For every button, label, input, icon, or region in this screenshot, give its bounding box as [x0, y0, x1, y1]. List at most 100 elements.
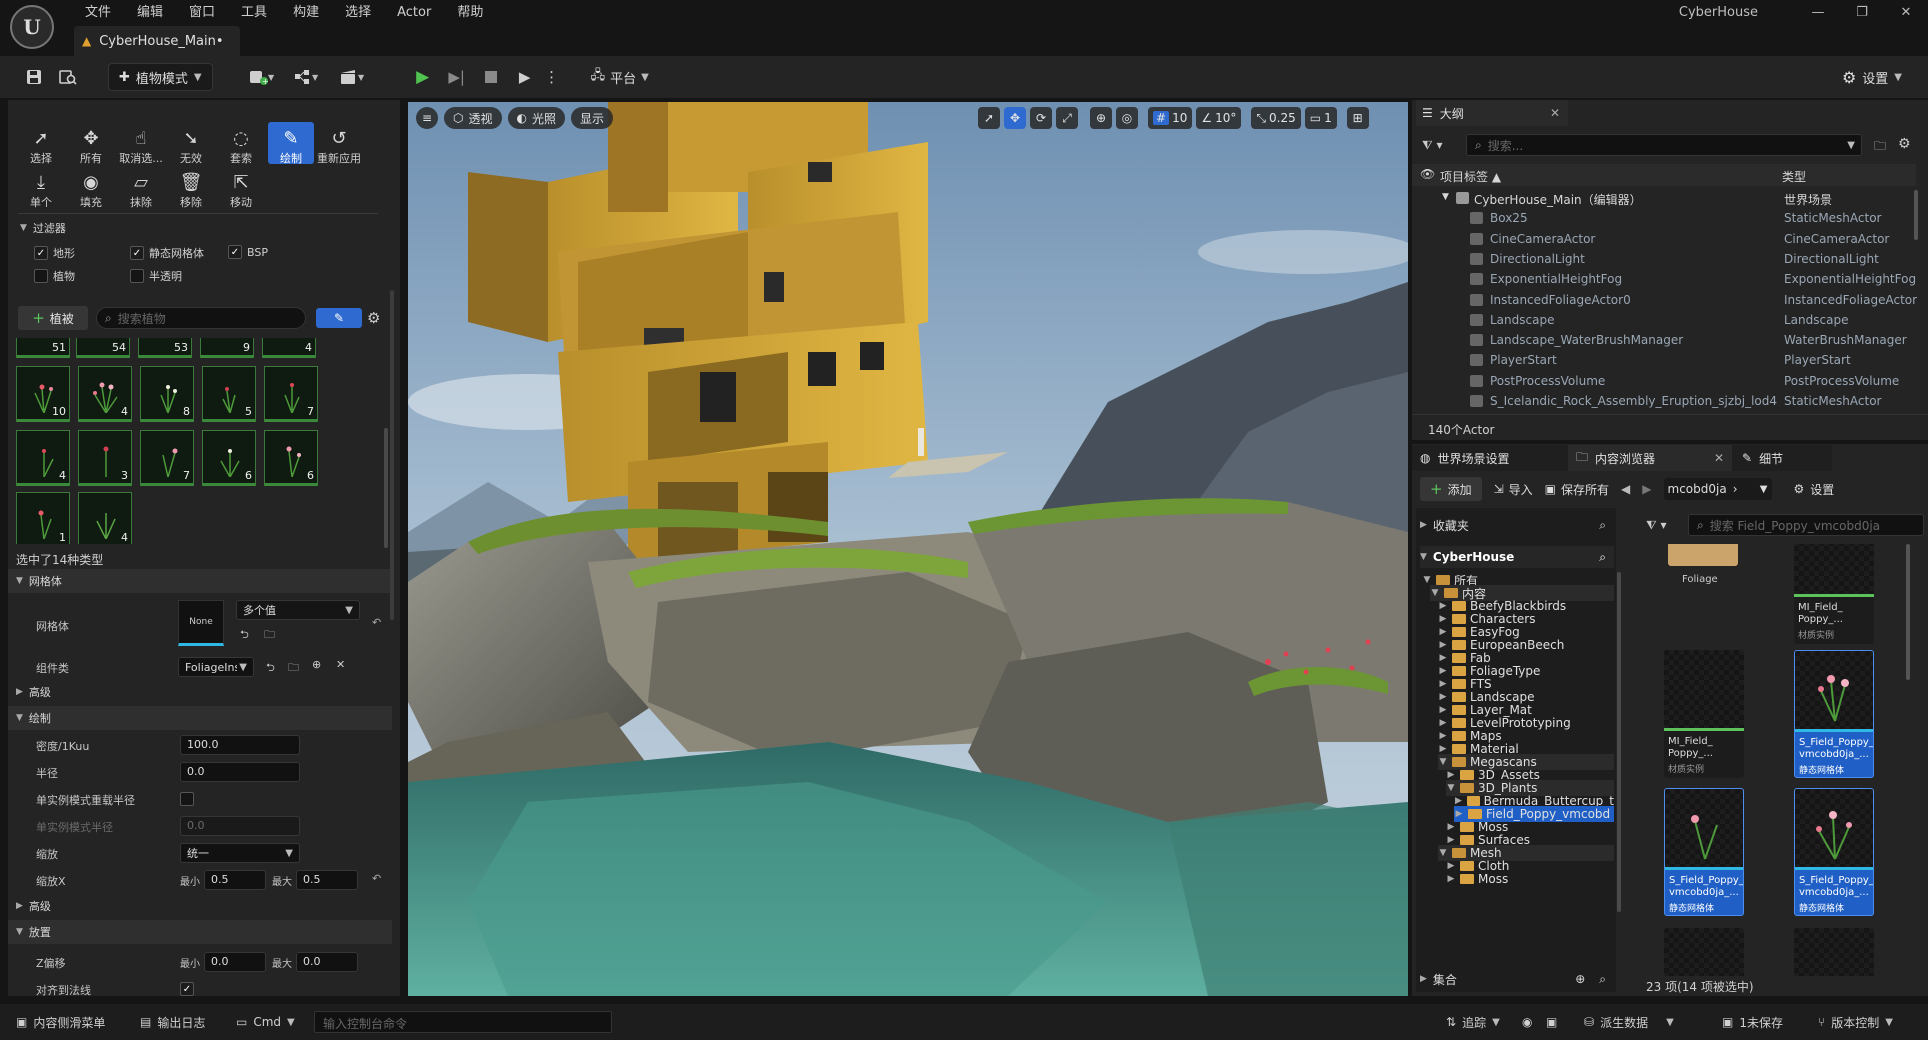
tool-invalid[interactable]: ➘ 无效	[168, 126, 214, 166]
eye-icon[interactable]: 👁	[1420, 167, 1435, 181]
asset-tile[interactable]: S_Field_Poppy_ vmcobd0ja_... 静态网格体	[1794, 788, 1874, 916]
foliage-thumb[interactable]: 3	[78, 430, 132, 486]
step-icon[interactable]: ▶|	[443, 63, 471, 91]
chevron-down-icon[interactable]: ▼	[1446, 783, 1456, 793]
filter-landscape[interactable]: ✓ 地形	[34, 245, 75, 261]
outliner-row[interactable]: PostProcessVolume PostProcessVolume	[1412, 371, 1916, 391]
tool-paint[interactable]: ✎ 绘制	[268, 122, 314, 165]
foliage-thumb[interactable]: 4	[262, 338, 316, 358]
cb-settings-button[interactable]: ⚙ 设置	[1794, 481, 1835, 498]
import-button[interactable]: ⇲ 导入	[1494, 481, 1533, 498]
chevron-down-icon[interactable]: ▼	[1438, 757, 1448, 767]
chevron-down-icon[interactable]: ▼	[1422, 575, 1432, 585]
scale-snap-button[interactable]: ⤡ 0.25	[1251, 107, 1301, 129]
foliage-thumb[interactable]: 6	[264, 430, 318, 486]
add-collection-icon[interactable]: ⊕	[1575, 972, 1585, 986]
outliner-row[interactable]: Landscape_WaterBrushManager WaterBrushMan…	[1412, 330, 1916, 350]
chevron-right-icon[interactable]: ▶	[1438, 744, 1448, 754]
asset-scrollbar[interactable]	[1906, 544, 1910, 680]
asset-tile[interactable]	[1664, 928, 1744, 976]
screenshot-icon[interactable]: ▣	[1546, 1004, 1557, 1040]
section-placement[interactable]: ▼ 放置	[8, 920, 392, 944]
checkbox[interactable]: ✓	[34, 246, 48, 260]
gear-icon[interactable]: ⚙	[367, 309, 380, 327]
mesh-dropdown[interactable]: 多个值 ▼	[236, 600, 360, 620]
filter-foliage[interactable]: 植物	[34, 268, 75, 284]
chevron-right-icon[interactable]: ▶	[1438, 731, 1448, 741]
checkbox[interactable]: ✓	[130, 246, 144, 260]
menu-edit[interactable]: 编辑	[124, 2, 176, 24]
asset-tile[interactable]	[1794, 928, 1874, 976]
search-icon[interactable]: ⌕	[1599, 972, 1606, 987]
filter-icon[interactable]: ⧨ ▾	[1422, 138, 1443, 153]
search-icon[interactable]: ⌕	[1599, 518, 1606, 533]
checkbox[interactable]	[34, 269, 48, 283]
scaling-dropdown[interactable]: 统一 ▼	[180, 843, 300, 863]
asset-tile[interactable]: S_Field_Poppy_ vmcobd0ja_... 静态网格体	[1664, 788, 1744, 916]
foliage-search[interactable]: ⌕ 搜索植物	[96, 307, 306, 329]
use-selected-icon[interactable]: ⮌	[266, 659, 275, 678]
restore-icon[interactable]: ❐	[1840, 0, 1884, 26]
menu-actor[interactable]: Actor	[384, 2, 444, 24]
filter-static-mesh[interactable]: ✓ 静态网格体	[130, 245, 204, 261]
tab-details[interactable]: ✎ 细节	[1732, 445, 1832, 471]
gear-icon[interactable]: ⚙	[1898, 136, 1911, 152]
paint-toggle-button[interactable]: ✎	[316, 308, 362, 328]
asset-tile-folder[interactable]: Foliage	[1664, 544, 1744, 644]
menu-select[interactable]: 选择	[332, 2, 384, 24]
cinematics-icon[interactable]: ▼	[333, 63, 373, 91]
chevron-right-icon[interactable]: ▶	[1446, 874, 1456, 884]
tool-fill[interactable]: ◉ 填充	[68, 170, 114, 210]
tree-scrollbar[interactable]	[1617, 572, 1621, 912]
asset-tile[interactable]: MI_Field_ Poppy_... 材质实例	[1794, 544, 1874, 644]
minimize-icon[interactable]: —	[1796, 0, 1840, 26]
add-actor-icon[interactable]: + ▼	[241, 63, 281, 91]
close-window-icon[interactable]: ✕	[1884, 0, 1928, 26]
show-button[interactable]: 显示	[571, 107, 614, 129]
play-options-icon[interactable]: ⋮	[544, 63, 559, 91]
align-normal-checkbox[interactable]: ✓	[180, 982, 194, 996]
asset-tile[interactable]: S_Field_Poppy_ vmcobd0ja_... 静态网格体	[1794, 650, 1874, 778]
foliage-thumb[interactable]: 7	[140, 430, 194, 486]
chevron-right-icon[interactable]: ▶	[1446, 861, 1456, 871]
surface-snap-icon[interactable]: ◎	[1116, 107, 1138, 129]
tool-remove[interactable]: 🗑 移除	[168, 170, 214, 210]
close-icon[interactable]: ✕	[1714, 451, 1724, 465]
source-control-button[interactable]: ⑂ 版本控制 ▼	[1818, 1004, 1893, 1040]
single-override-checkbox[interactable]	[180, 792, 194, 806]
play-icon[interactable]: ▶	[409, 63, 437, 91]
eject-icon[interactable]: ▶	[511, 63, 539, 91]
grid-snap-button[interactable]: # 10	[1148, 107, 1193, 129]
foliage-thumb[interactable]: 10	[16, 366, 70, 422]
settings-button[interactable]: ⚙ 设置 ▼	[1842, 68, 1902, 87]
stop-icon[interactable]	[477, 63, 505, 91]
chevron-right-icon[interactable]: ▶	[1438, 679, 1448, 689]
path-dropdown[interactable]: mcobd0ja › ▼	[1663, 478, 1772, 500]
chevron-right-icon[interactable]: ▶	[1446, 835, 1456, 845]
tab-world-settings[interactable]: ◍ 世界场景设置	[1412, 445, 1568, 471]
radius-input[interactable]: 0.0	[180, 762, 300, 782]
mode-dropdown[interactable]: ✚ 植物模式 ▼	[108, 63, 213, 91]
outliner-tab[interactable]: ☰ 大纲 ✕	[1416, 100, 1568, 126]
z-offset-min-input[interactable]: 0.0	[204, 952, 266, 972]
asset-tile[interactable]: MI_Field_ Poppy_... 材质实例	[1664, 650, 1744, 778]
folder-tree-item[interactable]: ▶ Moss	[1446, 871, 1614, 887]
filters-header[interactable]: ▼ 过滤器	[20, 220, 66, 236]
outliner-row[interactable]: PlayerStart PlayerStart	[1412, 350, 1916, 370]
tool-move[interactable]: ⇱ 移动	[218, 170, 264, 210]
save-all-button[interactable]: ▣ 保存所有	[1545, 481, 1609, 498]
favorites-header[interactable]: ▶ 收藏夹 ⌕	[1420, 514, 1614, 536]
section-advanced-2[interactable]: ▶ 高级	[8, 894, 392, 918]
density-input[interactable]: 100.0	[180, 735, 300, 755]
section-paint[interactable]: ▼ 绘制	[8, 706, 392, 730]
menu-file[interactable]: 文件	[72, 2, 124, 24]
chevron-right-icon[interactable]: ▶	[1438, 601, 1448, 611]
tool-erase[interactable]: ▱ 抹除	[118, 170, 164, 210]
chevron-right-icon[interactable]: ▶	[1438, 653, 1448, 663]
rotation-snap-button[interactable]: ∠ 10°	[1196, 107, 1242, 129]
foliage-thumb[interactable]: 6	[202, 430, 256, 486]
chevron-right-icon[interactable]: ▶	[1438, 705, 1448, 715]
project-header[interactable]: ▼ CyberHouse ⌕	[1420, 546, 1614, 568]
menu-tools[interactable]: 工具	[228, 2, 280, 24]
tool-lasso[interactable]: ◌ 套索	[218, 126, 264, 166]
